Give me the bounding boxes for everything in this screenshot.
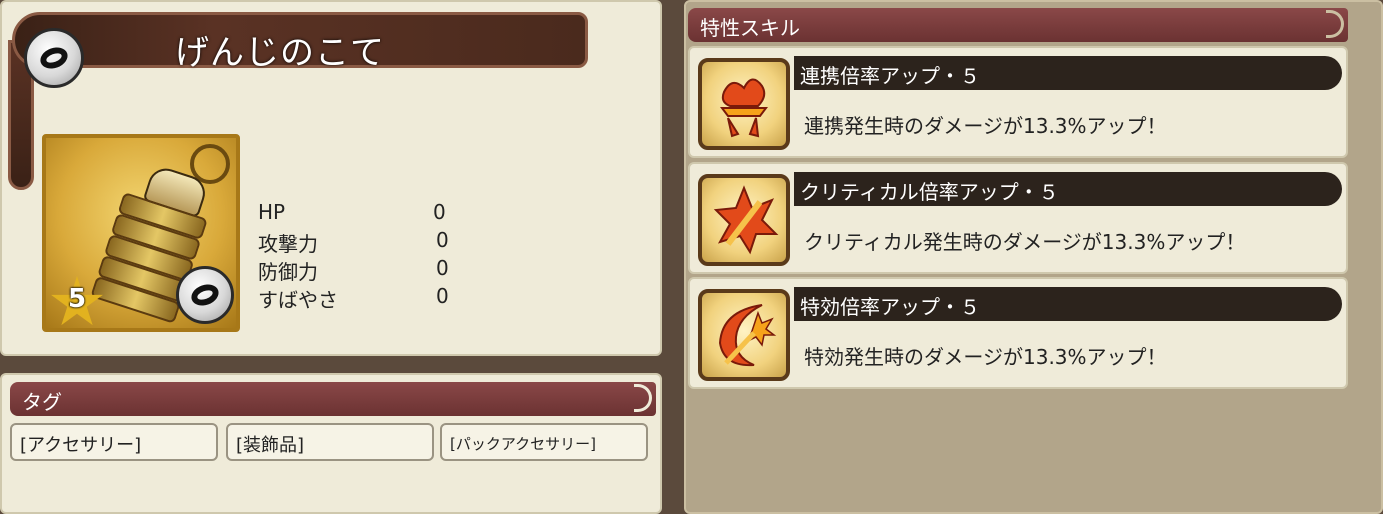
item-name: げんじのこて	[175, 33, 385, 73]
skill-card[interactable]: 連携倍率アップ・５ 連携発生時のダメージが13.3%アップ！	[688, 46, 1348, 158]
ring-type-icon	[176, 266, 234, 324]
skill-description: 特効発生時のダメージが13.3%アップ！	[804, 345, 1167, 369]
skills-header: 特性スキル	[688, 8, 1348, 42]
special-effect-boost-icon	[698, 289, 790, 381]
stat-row-attack: 攻撃力 0	[258, 228, 458, 256]
ring-category-icon	[24, 28, 84, 88]
skill-name: 連携倍率アップ・５	[794, 56, 1342, 90]
skill-card[interactable]: 特効倍率アップ・５ 特効発生時のダメージが13.3%アップ！	[688, 277, 1348, 389]
skill-description: クリティカル発生時のダメージが13.3%アップ！	[804, 230, 1246, 254]
scroll-curl-icon	[1326, 10, 1344, 38]
stat-row-defense: 防御力 0	[258, 256, 458, 284]
skill-description: 連携発生時のダメージが13.3%アップ！	[804, 114, 1167, 138]
stat-value: 0	[436, 284, 449, 308]
rarity-number: 5	[67, 284, 87, 314]
stat-label: HP	[258, 200, 286, 224]
combo-boost-icon	[698, 58, 790, 150]
stats-list: HP 0 攻撃力 0 防御力 0 すばやさ 0	[258, 200, 458, 312]
tags-header: タグ	[10, 382, 656, 416]
stat-value: 0	[436, 256, 449, 280]
scroll-curl-icon	[634, 384, 652, 412]
skill-name: 特効倍率アップ・５	[794, 287, 1342, 321]
tag-pack-accessory[interactable]: [パックアクセサリー]	[440, 423, 648, 461]
critical-boost-icon	[698, 174, 790, 266]
tags-header-label: タグ	[22, 390, 62, 414]
tag-ornament[interactable]: [装飾品]	[226, 423, 434, 461]
tag-accessory[interactable]: [アクセサリー]	[10, 423, 218, 461]
item-title-banner: げんじのこて	[12, 12, 588, 73]
stat-value: 0	[436, 228, 449, 252]
stat-label: すばやさ	[258, 288, 338, 312]
skills-header-label: 特性スキル	[700, 16, 800, 40]
stat-row-hp: HP 0	[258, 200, 458, 228]
skill-card[interactable]: クリティカル倍率アップ・５ クリティカル発生時のダメージが13.3%アップ！	[688, 162, 1348, 274]
stat-label: 防御力	[258, 260, 318, 284]
skill-name: クリティカル倍率アップ・５	[794, 172, 1342, 206]
stat-label: 攻撃力	[258, 232, 318, 256]
stat-value: 0	[433, 200, 446, 224]
stat-row-speed: すばやさ 0	[258, 284, 458, 312]
